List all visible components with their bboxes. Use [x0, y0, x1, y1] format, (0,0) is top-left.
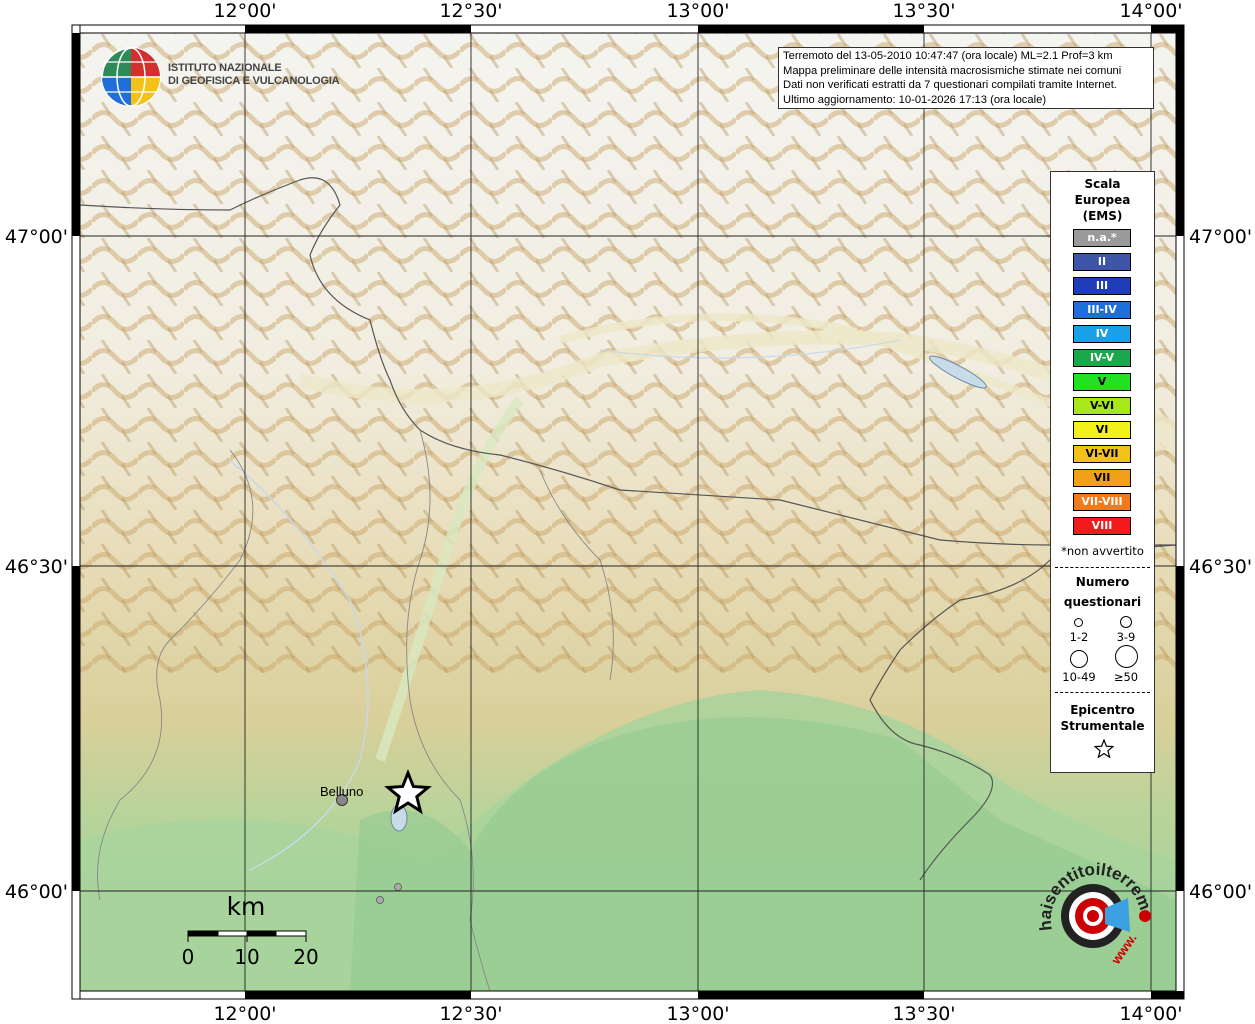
town-marker: [376, 896, 384, 904]
legend-title-line: Scala: [1084, 177, 1121, 191]
ems-level-item: VIII: [1073, 517, 1131, 535]
city-label: Belluno: [320, 784, 363, 799]
ems-level-item: VI-VII: [1073, 445, 1131, 463]
size-circle-small: [1074, 618, 1083, 627]
terrain-layer: [80, 33, 1176, 991]
lat-labels-left: 47°00' 46°30' 46°00': [5, 226, 68, 903]
lon-label: 13°00': [666, 0, 729, 22]
ems-level-item: V: [1073, 373, 1131, 391]
ems-level-item: V-VI: [1073, 397, 1131, 415]
info-line: Mappa preliminare delle intensità macros…: [783, 64, 1122, 77]
lon-labels-bottom: 12°00' 12°30' 13°00' 13°30' 14°00': [213, 1003, 1182, 1024]
lon-label: 12°00': [213, 1003, 276, 1024]
lat-label: 47°00': [1189, 226, 1252, 248]
scale-tick: 0: [182, 945, 195, 969]
ems-legend: Scala Europea (EMS) n.a.* II III III-IV IV IV…: [1050, 171, 1155, 773]
lon-label: 12°30': [439, 0, 502, 22]
ems-level-item: III-IV: [1073, 301, 1131, 319]
institute-line: ISTITUTO NAZIONALE: [168, 62, 282, 74]
lon-label: 12°30': [439, 1003, 502, 1024]
size-label: 10-49: [1062, 670, 1096, 684]
lon-label: 13°30': [892, 0, 955, 22]
lat-labels-right: 47°00' 46°30' 46°00': [1189, 226, 1252, 903]
legend-title-line: (EMS): [1082, 209, 1123, 223]
info-line: Terremoto del 13-05-2010 10:47:47 (ora l…: [783, 50, 1113, 62]
lat-label: 46°30': [1189, 556, 1252, 578]
lon-label: 13°30': [892, 1003, 955, 1024]
not-felt-note: *non avvertito: [1061, 544, 1144, 558]
ems-level-item: II: [1073, 253, 1131, 271]
lat-label: 46°00': [1189, 881, 1252, 903]
info-line: Dati non verificati estratti da 7 questi…: [783, 79, 1117, 91]
institute-line: DI GEOFISICA E VULCANOLOGIA: [168, 75, 340, 87]
size-label: 3-9: [1116, 630, 1136, 644]
lon-label: 14°00': [1119, 1003, 1182, 1024]
info-line: Ultimo aggiornamento: 10-01-2026 17:13 (…: [783, 93, 1047, 106]
epicenter-legend-star-icon: [1094, 739, 1114, 759]
event-info-box: Terremoto del 13-05-2010 10:47:47 (ora l…: [778, 47, 1154, 109]
ems-level-item: VII: [1073, 469, 1131, 487]
lat-label: 47°00': [5, 226, 68, 248]
num-title: questionari: [1063, 595, 1142, 609]
scale-unit: km: [227, 892, 266, 921]
ingv-logo-icon: [101, 47, 161, 107]
ems-level-item: VII-VIII: [1073, 493, 1131, 511]
scale-tick: 10: [234, 945, 259, 969]
epi-title: Strumentale: [1060, 719, 1145, 733]
legend-title: Scala Europea (EMS): [1051, 176, 1154, 224]
ems-level-item: III: [1073, 277, 1131, 295]
epi-title: Epicentro: [1070, 703, 1135, 717]
size-label: ≥50: [1113, 670, 1139, 684]
ems-level-item: n.a.*: [1073, 229, 1131, 247]
scale-tick: 20: [293, 945, 318, 969]
size-circle-large: [1070, 650, 1088, 668]
lat-label: 46°30': [5, 556, 68, 578]
ems-level-item: VI: [1073, 421, 1131, 439]
size-circle-medium: [1120, 616, 1132, 628]
size-label: 1-2: [1069, 630, 1089, 644]
lat-label: 46°00': [5, 881, 68, 903]
ems-level-item: IV: [1073, 325, 1131, 343]
ems-level-item: IV-V: [1073, 349, 1131, 367]
legend-divider: [1055, 567, 1150, 568]
lon-label: 12°00': [213, 0, 276, 22]
lon-label: 13°00': [666, 1003, 729, 1024]
size-circle-xlarge: [1115, 645, 1138, 668]
legend-divider: [1055, 692, 1150, 693]
legend-title-line: Europea: [1074, 193, 1131, 207]
town-marker: [394, 883, 402, 891]
num-title: Numero: [1075, 575, 1130, 589]
lon-labels-top: 12°00' 12°30' 13°00' 13°30' 14°00': [213, 0, 1182, 22]
lon-label: 14°00': [1119, 0, 1182, 22]
institute-name: ISTITUTO NAZIONALE DI GEOFISICA E VULCAN…: [168, 62, 340, 88]
